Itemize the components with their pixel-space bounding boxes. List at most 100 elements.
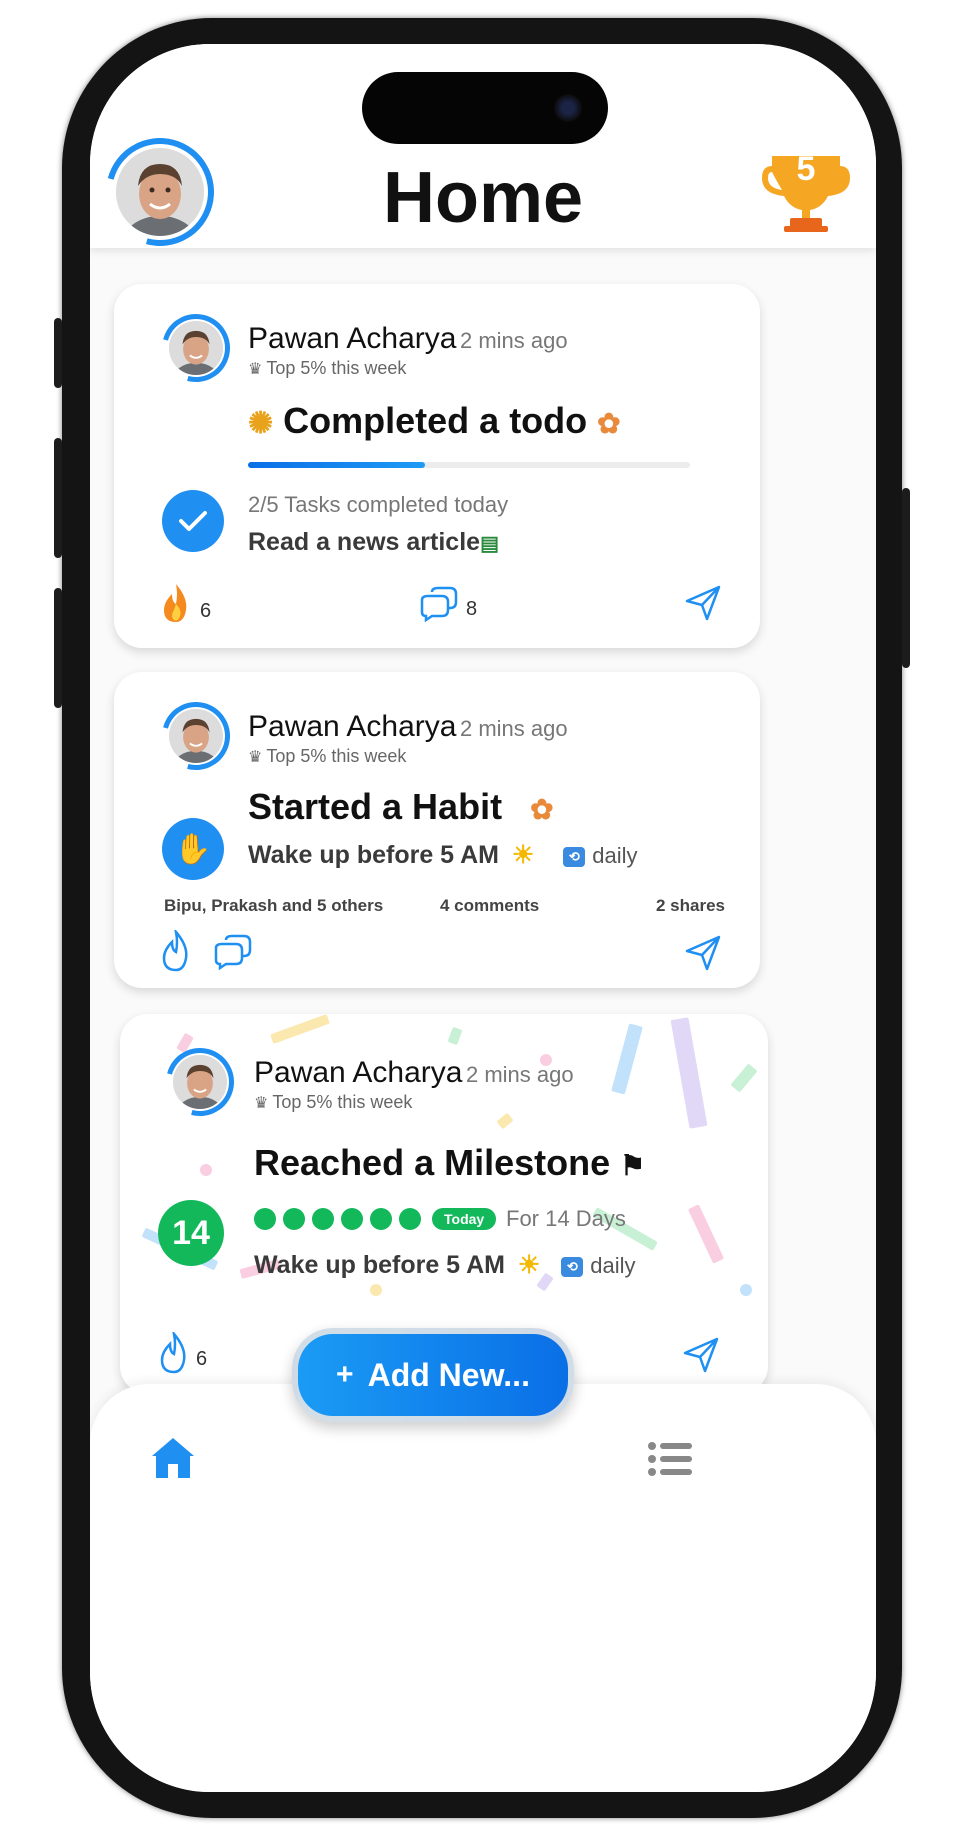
post-time: 2 mins ago: [460, 716, 568, 741]
books-icon: ▤: [480, 533, 499, 555]
confetti-piece: [670, 1017, 708, 1129]
avatar-portrait: [169, 709, 223, 763]
gift-icon: ✿: [530, 794, 554, 825]
confetti-piece: [270, 1014, 330, 1044]
side-button: [54, 318, 62, 388]
fire-count: 6: [196, 1348, 208, 1370]
crown-icon: ♛: [248, 361, 263, 378]
share-icon[interactable]: [684, 934, 722, 976]
crown-icon: ♛: [254, 1095, 269, 1112]
habit-text: Wake up before 5 AM: [254, 1251, 505, 1279]
trophy-rank: 5: [796, 150, 816, 188]
comment-count: 8: [466, 598, 478, 620]
streak-dot: [370, 1208, 392, 1230]
bottom-nav: [90, 1384, 876, 1792]
comment-icon[interactable]: [418, 586, 458, 626]
app-screen: Home 5 Pawan Acharya 2 mins ago ♛ Top 5% …: [90, 44, 876, 1792]
post-headline: Started a Habit ✿: [248, 786, 554, 828]
volume-up-button: [54, 438, 62, 558]
headline-text: Completed a todo: [283, 400, 588, 441]
habit-title: Wake up before 5 AM ☀ ⟲ daily: [248, 840, 638, 870]
streak-dot: [283, 1208, 305, 1230]
confetti-piece: [200, 1164, 212, 1176]
fire-outline-icon[interactable]: [158, 1329, 190, 1378]
repeat-icon: ⟲: [563, 847, 586, 867]
today-badge: Today: [432, 1208, 497, 1230]
author-name[interactable]: Pawan Acharya: [254, 1056, 462, 1090]
add-new-button[interactable]: + Add New...: [292, 1328, 574, 1422]
rank-text: Top 5% this week: [266, 746, 407, 766]
progress-fill: [248, 462, 425, 468]
tasks-summary: 2/5 Tasks completed today: [248, 492, 509, 517]
task-text: Read a news article: [248, 528, 481, 556]
confetti-piece: [687, 1204, 725, 1264]
comments-summary[interactable]: 4 comments: [440, 896, 539, 916]
comment-icon[interactable]: [212, 934, 252, 974]
rank-label: ♛ Top 5% this week: [248, 746, 406, 767]
streak-dot: [399, 1208, 421, 1230]
clapping-hands-icon: ✋: [162, 818, 224, 880]
post-time: 2 mins ago: [460, 328, 568, 353]
list-icon[interactable]: [648, 1442, 692, 1480]
author-name[interactable]: Pawan Acharya: [248, 322, 456, 356]
sun-icon: ☀: [511, 841, 535, 869]
confetti-piece: [496, 1112, 514, 1130]
streak-dot: [341, 1208, 363, 1230]
repeat-label: daily: [590, 1253, 636, 1278]
streak-dot: [312, 1208, 334, 1230]
confetti-piece: [370, 1284, 382, 1296]
rank-text: Top 5% this week: [266, 358, 407, 378]
dynamic-island: [362, 72, 608, 144]
sun-icon: ☀: [517, 1251, 541, 1279]
plus-icon: +: [336, 1358, 354, 1391]
share-icon[interactable]: [684, 584, 722, 626]
author-avatar[interactable]: [169, 321, 223, 375]
streak-dots: [254, 1208, 424, 1230]
headline-text: Reached a Milestone: [254, 1142, 611, 1183]
author-name[interactable]: Pawan Acharya: [248, 710, 456, 744]
home-icon[interactable]: [150, 1436, 196, 1484]
streak-dot: [254, 1208, 276, 1230]
confetti-piece: [447, 1026, 463, 1046]
crown-icon: ♛: [248, 749, 263, 766]
task-title: Read a news article▤: [248, 528, 499, 557]
feed-card-habit[interactable]: Pawan Acharya 2 mins ago ♛ Top 5% this we…: [114, 672, 760, 988]
check-icon: [162, 490, 224, 552]
party-popper-icon: ✺: [248, 407, 274, 440]
repeat-icon: ⟲: [561, 1257, 584, 1277]
fire-outline-icon[interactable]: [160, 927, 192, 976]
gift-icon: ✿: [597, 408, 621, 439]
power-button: [902, 488, 910, 668]
headline-text: Started a Habit: [248, 786, 503, 827]
habit-title: Wake up before 5 AM ☀ ⟲ daily: [254, 1250, 636, 1280]
shares-summary[interactable]: 2 shares: [656, 896, 725, 916]
checkered-flag-icon: ⚑: [620, 1150, 646, 1181]
repeat-label: daily: [592, 843, 638, 868]
habit-text: Wake up before 5 AM: [248, 841, 499, 869]
volume-down-button: [54, 588, 62, 708]
rank-text: Top 5% this week: [272, 1092, 413, 1112]
author-avatar[interactable]: [173, 1055, 227, 1109]
fire-icon[interactable]: [160, 582, 192, 628]
confetti-piece: [740, 1284, 752, 1296]
add-new-label: Add New...: [367, 1356, 530, 1393]
fire-count: 6: [200, 600, 212, 622]
feed-card-todo[interactable]: Pawan Acharya 2 mins ago ♛ Top 5% this we…: [114, 284, 760, 648]
author-avatar[interactable]: [169, 709, 223, 763]
confetti-piece: [611, 1023, 643, 1095]
streak-number: 14: [158, 1200, 224, 1266]
share-icon[interactable]: [682, 1336, 720, 1378]
post-time: 2 mins ago: [466, 1062, 574, 1087]
avatar-portrait: [169, 321, 223, 375]
camera-icon: [554, 94, 582, 122]
progress-track: [248, 462, 690, 468]
milestone-duration: For 14 Days: [506, 1206, 626, 1231]
avatar-portrait: [173, 1055, 227, 1109]
trophy-icon[interactable]: 5: [758, 148, 854, 232]
post-headline: Reached a Milestone ⚑: [254, 1142, 645, 1184]
likes-summary[interactable]: Bipu, Prakash and 5 others: [164, 896, 383, 916]
rank-label: ♛ Top 5% this week: [248, 358, 406, 379]
rank-label: ♛ Top 5% this week: [254, 1092, 412, 1113]
post-headline: ✺ Completed a todo ✿: [248, 400, 621, 442]
confetti-piece: [730, 1063, 758, 1093]
